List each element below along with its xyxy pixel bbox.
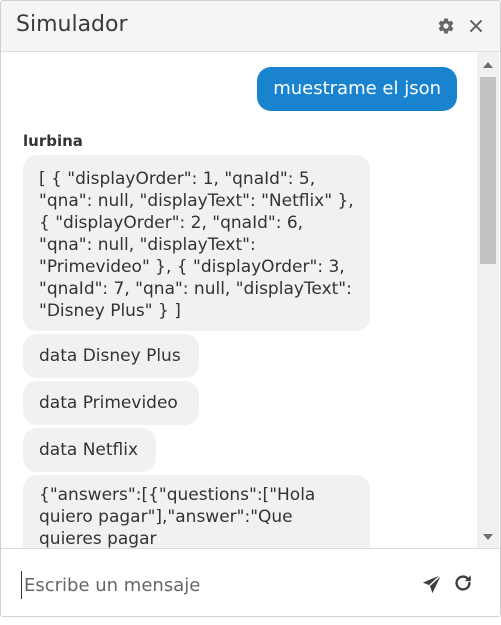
refresh-icon[interactable] (452, 572, 474, 594)
scroll-down-arrow-icon[interactable] (483, 534, 493, 540)
bot-message-json: [ { "displayOrder": 1, "qnaId": 5, "qna"… (23, 155, 370, 331)
chat-scrollbar[interactable] (477, 52, 499, 548)
scrollbar-thumb[interactable] (480, 77, 496, 264)
chat-transcript[interactable]: muestrame el json lurbina [ { "displayOr… (1, 52, 500, 548)
close-icon[interactable] (465, 15, 487, 37)
send-icon[interactable] (421, 573, 443, 595)
scroll-up-arrow-icon[interactable] (483, 62, 493, 68)
message-composer (1, 548, 500, 616)
gear-icon[interactable] (435, 15, 457, 37)
bot-message-answers: {"answers":[{"questions":["Hola quiero p… (23, 475, 370, 548)
simulator-window: Simulador muestrame el json lurbina [ { … (0, 0, 501, 617)
bot-message-disney: data Disney Plus (23, 334, 199, 378)
window-title: Simulador (16, 12, 128, 37)
bot-message-netflix: data Netflix (23, 428, 156, 472)
user-message-bubble: muestrame el json (257, 67, 457, 111)
sender-name: lurbina (23, 132, 83, 150)
bot-message-prime: data Primevideo (23, 381, 199, 425)
header: Simulador (1, 1, 500, 52)
message-input[interactable] (21, 571, 416, 599)
